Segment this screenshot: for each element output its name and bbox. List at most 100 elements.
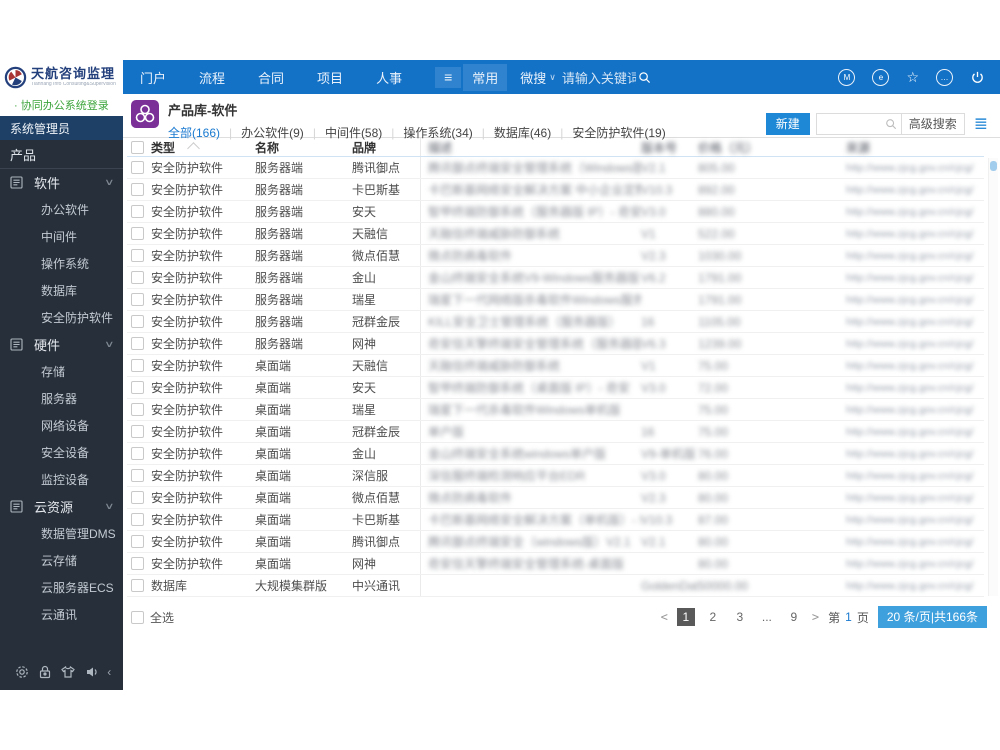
sidebar-item-操作系统[interactable]: 操作系统 xyxy=(0,250,123,277)
sidebar-collapse-arrow[interactable]: ‹ xyxy=(107,665,111,679)
row-checkbox[interactable] xyxy=(131,271,144,284)
sidebar-group-云资源[interactable]: 云资源 ∨ xyxy=(0,493,123,520)
sidebar-item-云服务器ECS[interactable]: 云服务器ECS xyxy=(0,574,123,601)
page-button-3[interactable]: 3 xyxy=(731,608,749,626)
search-icon[interactable] xyxy=(638,71,651,84)
row-checkbox[interactable] xyxy=(131,535,144,548)
row-checkbox[interactable] xyxy=(131,183,144,196)
sidebar-item-云存储[interactable]: 云存储 xyxy=(0,547,123,574)
sidebar-item-监控设备[interactable]: 监控设备 xyxy=(0,466,123,493)
sidebar-group-软件[interactable]: 软件 ∨ xyxy=(0,169,123,196)
column-header-name[interactable]: 名称 xyxy=(255,139,352,156)
column-header-desc[interactable]: 描述 xyxy=(421,139,641,156)
column-header-version[interactable]: 版本号 xyxy=(641,139,698,156)
row-checkbox[interactable] xyxy=(131,447,144,460)
page-button-9[interactable]: 9 xyxy=(785,608,803,626)
row-checkbox[interactable] xyxy=(131,579,144,592)
sidebar-item-中间件[interactable]: 中间件 xyxy=(0,223,123,250)
table-row[interactable]: 数据库 大规模集群版 中兴通讯 GoldenData s...50000.00 http… xyxy=(127,575,984,597)
advanced-search-button[interactable]: 高级搜索 xyxy=(900,114,964,134)
nav-item-门户[interactable]: 门户 xyxy=(140,68,166,87)
nav-item-人事[interactable]: 人事 xyxy=(376,68,402,87)
row-checkbox[interactable] xyxy=(131,557,144,570)
table-row[interactable]: 安全防护软件 服务器端 瑞星瑞星下一代网络版杀毒软件Windows服务器版 1791.… xyxy=(127,289,984,311)
table-row[interactable]: 安全防护软件 服务器端 冠群金辰 KILL安全卫士管理系统（服务器版） 16 1105.0… xyxy=(127,311,984,333)
sidebar-item-数据管理DMS[interactable]: 数据管理DMS xyxy=(0,520,123,547)
m-circle-icon[interactable]: M xyxy=(838,68,856,86)
nav-menu-button[interactable]: ≡ xyxy=(435,66,462,88)
sidebar-group-硬件[interactable]: 硬件 ∨ xyxy=(0,331,123,358)
sidebar-item-存储[interactable]: 存储 xyxy=(0,358,123,385)
table-row[interactable]: 安全防护软件 桌面端 金山 金山终端安全系统windows单户版 V9-单机版 76.00… xyxy=(127,443,984,465)
table-row[interactable]: 安全防护软件 桌面端 腾讯御点 腾讯御点终端安全（windows版）V2.1 V2.1 8… xyxy=(127,531,984,553)
table-row[interactable]: 安全防护软件 服务器端 天融信 天融信终端威胁防御系统 V1 522.00 http://w… xyxy=(127,223,984,245)
column-header-brand[interactable]: 品牌 xyxy=(352,138,421,156)
page-jump-value[interactable]: 1 xyxy=(845,610,852,624)
page-size-button[interactable]: 20 条/页|共166条 xyxy=(877,606,987,628)
row-checkbox[interactable] xyxy=(131,359,144,372)
row-checkbox[interactable] xyxy=(131,491,144,504)
table-row[interactable]: 安全防护软件 桌面端 天融信 天融信终端威胁防御系统 V1 75.00 http://www… xyxy=(127,355,984,377)
table-row[interactable]: 安全防护软件 桌面端 安天 智甲终端防御系统（桌面版 IP）- 奇安 V3.0 72.00… xyxy=(127,377,984,399)
table-row[interactable]: 安全防护软件 桌面端 冠群金辰 单户版 16 75.00 http://www.zjcg.g… xyxy=(127,421,984,443)
table-row[interactable]: 安全防护软件 桌面端 深信服 深信服终端检测响应平台EDR V3.0 80.00 http:… xyxy=(127,465,984,487)
sidebar-item-网络设备[interactable]: 网络设备 xyxy=(0,412,123,439)
page-button-2[interactable]: 2 xyxy=(704,608,722,626)
select-all-checkbox[interactable] xyxy=(131,610,144,624)
scrollbar-thumb[interactable] xyxy=(990,161,997,171)
list-view-icon[interactable]: ≣ xyxy=(974,115,988,132)
column-header-source[interactable]: 来源 xyxy=(846,139,984,156)
row-checkbox[interactable] xyxy=(131,403,144,416)
page-next-button[interactable]: > xyxy=(812,610,819,624)
lock-icon[interactable] xyxy=(37,664,53,680)
sidebar-section-product[interactable]: 产品 xyxy=(0,140,123,169)
table-search-input[interactable] xyxy=(816,115,881,133)
row-checkbox[interactable] xyxy=(131,381,144,394)
row-checkbox[interactable] xyxy=(131,337,144,350)
column-header-price[interactable]: 价格（元） xyxy=(698,139,846,156)
table-row[interactable]: 安全防护软件 服务器端 金山 金山终端安全系统V9-Windows服务器版 V6.2 17… xyxy=(127,267,984,289)
settings-gear-icon[interactable] xyxy=(14,664,30,680)
new-button[interactable]: 新建 xyxy=(765,113,810,135)
row-checkbox[interactable] xyxy=(131,161,144,174)
page-prev-button[interactable]: < xyxy=(661,610,668,624)
row-checkbox[interactable] xyxy=(131,249,144,262)
table-row[interactable]: 安全防护软件 桌面端 微点佰慧 微点防病毒软件 V2.3 80.00 http://www.… xyxy=(127,487,984,509)
row-checkbox[interactable] xyxy=(131,513,144,526)
table-row[interactable]: 安全防护软件 服务器端 微点佰慧 微点防病毒软件 V2.3 1030.00 http://w… xyxy=(127,245,984,267)
row-checkbox[interactable] xyxy=(131,315,144,328)
more-circle-icon[interactable]: … xyxy=(936,68,953,86)
table-row[interactable]: 安全防护软件 桌面端 网神 奇安信天擎终端安全管理系统-桌面版 80.00 http://… xyxy=(127,553,984,575)
sidebar-item-安全设备[interactable]: 安全设备 xyxy=(0,439,123,466)
row-checkbox[interactable] xyxy=(131,425,144,438)
sidebar-item-服务器[interactable]: 服务器 xyxy=(0,385,123,412)
nav-item-项目[interactable]: 项目 xyxy=(317,68,343,87)
row-checkbox[interactable] xyxy=(131,469,144,482)
oa-login-link[interactable]: · 协同办公系统登录 xyxy=(0,94,123,116)
table-row[interactable]: 安全防护软件 桌面端 卡巴斯基卡巴斯基网络安全解决方案（单机版）- KS…V10.3… xyxy=(127,509,984,531)
header-checkbox[interactable] xyxy=(131,140,144,154)
sidebar-item-办公软件[interactable]: 办公软件 xyxy=(0,196,123,223)
sound-speaker-icon[interactable] xyxy=(84,664,100,680)
search-input[interactable]: 请输入关键词搜 xyxy=(562,68,636,87)
table-row[interactable]: 安全防护软件 服务器端 安天 智甲终端防御系统（服务器版 IP）- 奇安 V3.0 880… xyxy=(127,201,984,223)
table-row[interactable]: 安全防护软件 桌面端 瑞星 瑞星下一代杀毒软件Windows单机版 75.00 http:… xyxy=(127,399,984,421)
row-checkbox[interactable] xyxy=(131,293,144,306)
row-checkbox[interactable] xyxy=(131,227,144,240)
table-row[interactable]: 安全防护软件 服务器端 卡巴斯基卡巴斯基网络安全解决方案 中小企业定制版…V10.3… xyxy=(127,179,984,201)
nav-item-流程[interactable]: 流程 xyxy=(199,68,225,87)
nav-item-合同[interactable]: 合同 xyxy=(258,68,284,87)
row-checkbox[interactable] xyxy=(131,205,144,218)
table-row[interactable]: 安全防护软件 服务器端 腾讯御点 腾讯御点终端安全管理系统（Windows版） V2.1… xyxy=(127,157,984,179)
table-search-icon[interactable] xyxy=(885,118,897,130)
theme-shirt-icon[interactable] xyxy=(60,664,76,680)
scrollbar-track[interactable] xyxy=(988,158,998,596)
power-icon[interactable] xyxy=(970,70,985,85)
sidebar-item-数据库[interactable]: 数据库 xyxy=(0,277,123,304)
nav-tab-pinned[interactable]: 常用 xyxy=(463,63,508,91)
table-row[interactable]: 安全防护软件 服务器端 网神 奇安信天擎终端安全管理系统（服务器版） V6.3 1239.… xyxy=(127,333,984,355)
sidebar-item-安全防护软件[interactable]: 安全防护软件 xyxy=(0,304,123,331)
search-scope-dropdown[interactable]: 微搜 xyxy=(520,68,546,87)
sidebar-item-云通讯[interactable]: 云通讯 xyxy=(0,601,123,628)
column-header-type[interactable]: 类型 xyxy=(151,139,255,156)
